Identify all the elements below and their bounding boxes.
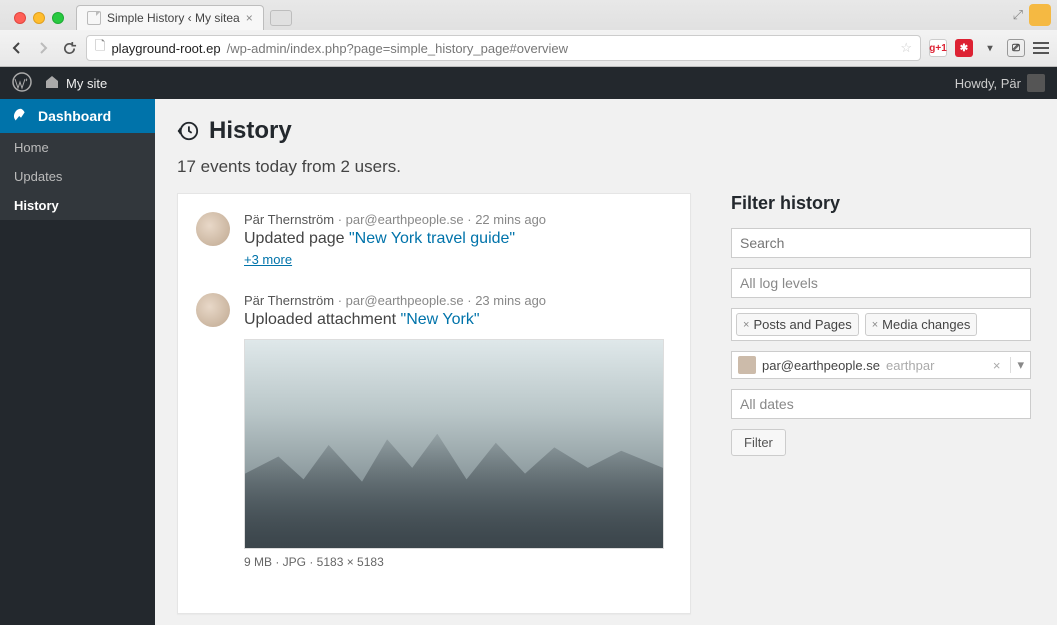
filter-tag-label: Media changes bbox=[882, 317, 970, 332]
greeting-text: Howdy, Pär bbox=[955, 76, 1021, 91]
wordpress-logo-icon[interactable] bbox=[12, 72, 32, 95]
dashboard-icon bbox=[12, 107, 30, 125]
event-item: Pär Thernström · par@earthpeople.se · 23… bbox=[196, 293, 672, 569]
event-author: Pär Thernström bbox=[244, 212, 334, 227]
chevron-down-icon[interactable]: ▾ bbox=[1010, 357, 1024, 373]
filter-dates-select[interactable]: All dates bbox=[731, 389, 1031, 419]
filter-user-select[interactable]: par@earthpeople.se earthpar × ▾ bbox=[731, 351, 1031, 379]
filter-tag[interactable]: × Posts and Pages bbox=[736, 313, 859, 336]
browser-chrome: Simple History ‹ My sitea × ⤢ 🗋 playgrou… bbox=[0, 0, 1057, 67]
user-avatar-icon bbox=[1027, 74, 1045, 92]
back-button[interactable] bbox=[8, 39, 26, 57]
home-icon bbox=[44, 74, 60, 93]
wp-admin-bar: My site Howdy, Pär bbox=[0, 67, 1057, 99]
filter-user-email: par@earthpeople.se bbox=[762, 358, 880, 373]
event-author: Pär Thernström bbox=[244, 293, 334, 308]
event-meta: Pär Thernström · par@earthpeople.se · 22… bbox=[244, 212, 546, 227]
remove-tag-icon[interactable]: × bbox=[872, 319, 878, 331]
close-tab-icon[interactable]: × bbox=[246, 11, 253, 25]
sidebar-item-home[interactable]: Home bbox=[0, 133, 155, 162]
google-plus-extension-icon[interactable]: g+1 bbox=[929, 39, 947, 57]
reload-button[interactable] bbox=[60, 39, 78, 57]
page-info-icon[interactable]: 🗋 bbox=[95, 37, 105, 59]
chrome-menu-icon[interactable] bbox=[1033, 42, 1049, 54]
filter-loggers-select[interactable]: × Posts and Pages × Media changes bbox=[731, 308, 1031, 341]
event-email: par@earthpeople.se bbox=[346, 293, 464, 308]
close-window-button[interactable] bbox=[14, 12, 26, 24]
event-action-text: Uploaded attachment bbox=[244, 311, 401, 328]
event-time: 23 mins ago bbox=[475, 293, 546, 308]
bookmark-star-icon[interactable]: ☆ bbox=[900, 40, 912, 56]
sidebar-item-dashboard[interactable]: Dashboard bbox=[0, 99, 155, 133]
event-action-text: Updated page bbox=[244, 230, 349, 247]
attachment-thumbnail[interactable] bbox=[244, 339, 664, 549]
event-avatar bbox=[196, 212, 230, 246]
filter-user-search-text: earthpar bbox=[886, 358, 934, 373]
user-menu[interactable]: Howdy, Pär bbox=[955, 74, 1045, 92]
event-avatar bbox=[196, 293, 230, 327]
maximize-window-button[interactable] bbox=[52, 12, 64, 24]
filter-panel: Filter history All log levels × Posts an… bbox=[731, 193, 1031, 456]
page-icon bbox=[87, 11, 101, 25]
tab-bar: Simple History ‹ My sitea × ⤢ bbox=[0, 0, 1057, 30]
page-header: History bbox=[177, 117, 1035, 145]
clear-user-icon[interactable]: × bbox=[989, 358, 1005, 373]
lastpass-extension-icon[interactable]: ✱ bbox=[955, 39, 973, 57]
event-description: Updated page "New York travel guide" bbox=[244, 230, 546, 248]
sidebar-home-label: Home bbox=[14, 140, 49, 155]
filter-search-input[interactable] bbox=[731, 228, 1031, 258]
event-more-link[interactable]: +3 more bbox=[244, 252, 292, 267]
site-link[interactable]: My site bbox=[44, 74, 107, 93]
sidebar-item-history[interactable]: History bbox=[0, 191, 155, 220]
main-content: History 17 events today from 2 users. Pä… bbox=[155, 99, 1057, 625]
cat-extension-icon[interactable] bbox=[1029, 4, 1051, 26]
event-item: Pär Thernström · par@earthpeople.se · 22… bbox=[196, 212, 672, 267]
site-name: My site bbox=[66, 76, 107, 91]
admin-sidebar: Dashboard Home Updates History bbox=[0, 99, 155, 625]
event-description: Uploaded attachment "New York" bbox=[244, 311, 664, 329]
forward-button[interactable] bbox=[34, 39, 52, 57]
filter-submit-button[interactable]: Filter bbox=[731, 429, 786, 456]
filter-heading: Filter history bbox=[731, 193, 1031, 214]
remove-tag-icon[interactable]: × bbox=[743, 319, 749, 331]
filter-tag-label: Posts and Pages bbox=[753, 317, 851, 332]
minimize-window-button[interactable] bbox=[33, 12, 45, 24]
url-path: /wp-admin/index.php?page=simple_history_… bbox=[227, 41, 568, 56]
event-time: 22 mins ago bbox=[475, 212, 546, 227]
cast-extension-icon[interactable]: ⎚ bbox=[1007, 39, 1025, 57]
tab-title: Simple History ‹ My sitea bbox=[107, 11, 240, 25]
browser-tab[interactable]: Simple History ‹ My sitea × bbox=[76, 5, 264, 30]
filter-levels-select[interactable]: All log levels bbox=[731, 268, 1031, 298]
filter-user-avatar-icon bbox=[738, 356, 756, 374]
events-feed: Pär Thernström · par@earthpeople.se · 22… bbox=[177, 193, 691, 614]
new-tab-button[interactable] bbox=[270, 10, 292, 26]
window-controls bbox=[8, 12, 70, 30]
address-bar: 🗋 playground-root.ep/wp-admin/index.php?… bbox=[0, 30, 1057, 66]
event-object-link[interactable]: "New York travel guide" bbox=[349, 230, 515, 247]
pocket-extension-icon[interactable]: ▾ bbox=[981, 39, 999, 57]
attachment-file-meta: 9 MB · JPG · 5183 × 5183 bbox=[244, 555, 664, 569]
filter-tag[interactable]: × Media changes bbox=[865, 313, 978, 336]
url-host: playground-root.ep bbox=[111, 41, 220, 56]
url-field[interactable]: 🗋 playground-root.ep/wp-admin/index.php?… bbox=[86, 35, 921, 61]
event-email: par@earthpeople.se bbox=[346, 212, 464, 227]
page-title: History bbox=[209, 117, 292, 145]
events-summary: 17 events today from 2 users. bbox=[177, 157, 1035, 177]
fullscreen-icon[interactable]: ⤢ bbox=[1013, 7, 1023, 23]
sidebar-history-label: History bbox=[14, 198, 59, 213]
history-clock-icon bbox=[177, 120, 199, 142]
sidebar-dashboard-label: Dashboard bbox=[38, 108, 111, 124]
sidebar-updates-label: Updates bbox=[14, 169, 62, 184]
sidebar-item-updates[interactable]: Updates bbox=[0, 162, 155, 191]
event-meta: Pär Thernström · par@earthpeople.se · 23… bbox=[244, 293, 664, 308]
filter-levels-placeholder: All log levels bbox=[740, 275, 818, 291]
extension-icons: g+1 ✱ ▾ ⎚ bbox=[929, 39, 1049, 57]
filter-dates-placeholder: All dates bbox=[740, 396, 794, 412]
event-object-link[interactable]: "New York" bbox=[401, 311, 480, 328]
